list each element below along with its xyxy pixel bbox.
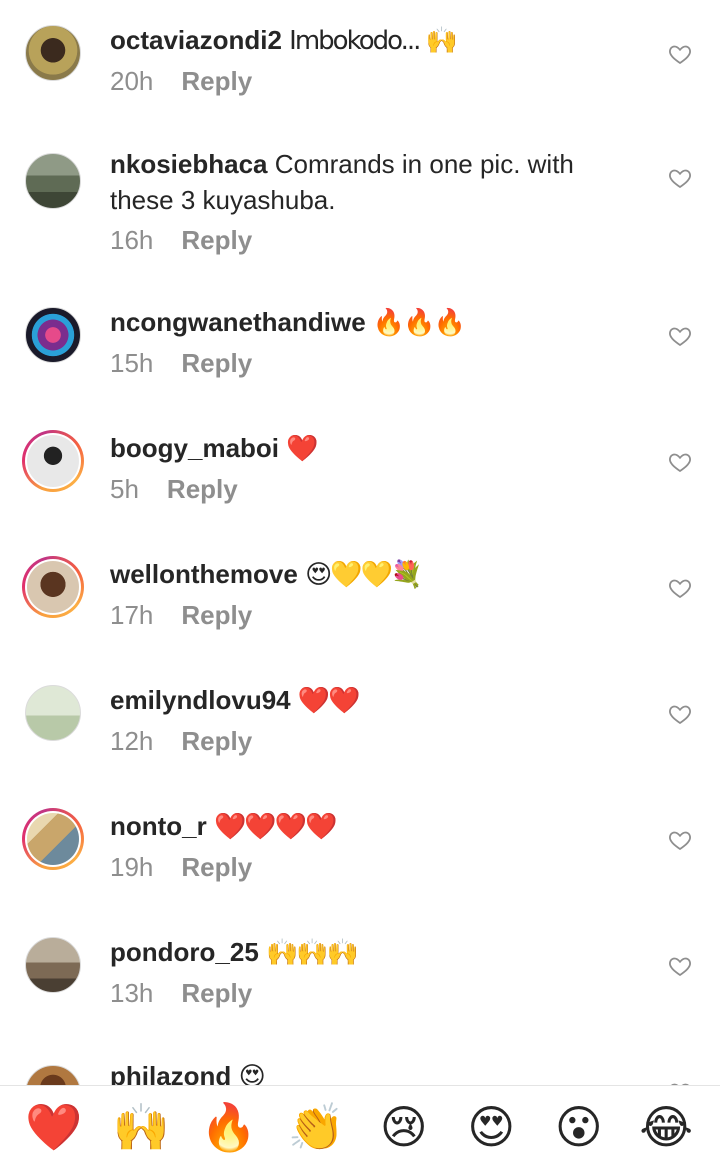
comment-text: 🙌🙌🙌 [266,938,359,968]
red-heart-emoji-button[interactable]: ❤️ [23,1096,85,1158]
tears-of-joy-emoji-button[interactable]: 😂 [635,1096,697,1158]
comment-text: 😍 [238,1062,266,1085]
avatar-image [25,153,81,209]
crying-face-emoji-button[interactable]: 😢 [373,1096,435,1158]
like-heart-icon[interactable] [668,324,692,348]
clapping-hands-emoji-button[interactable]: 👏 [285,1096,347,1158]
like-heart-icon[interactable] [668,450,692,474]
avatar[interactable] [22,430,84,492]
avatar-image [27,561,79,613]
comment-username[interactable]: philazond [110,1061,231,1085]
reply-button[interactable]: Reply [181,852,252,882]
comment-username[interactable]: nonto_r [110,811,207,841]
comment-time: 15h [110,348,154,378]
avatar[interactable] [22,808,84,870]
avatar-image [27,435,79,487]
reply-button[interactable]: Reply [181,600,252,630]
comment-username[interactable]: ncongwanethandiwe [110,307,366,337]
reply-button[interactable]: Reply [181,225,252,255]
avatar[interactable] [22,934,84,996]
like-heart-icon[interactable] [668,702,692,726]
comment-username[interactable]: wellonthemove [110,559,298,589]
like-heart-icon[interactable] [668,166,692,190]
avatar-image [27,813,79,865]
fire-emoji-button[interactable]: 🔥 [198,1096,260,1158]
like-heart-icon[interactable] [668,42,692,66]
quick-emoji-bar: ❤️ 🙌 🔥 👏 😢 😍 😮 😂 [0,1085,720,1168]
heart-eyes-emoji-button[interactable]: 😍 [460,1096,522,1158]
comment-text: 😍💛💛💐 [305,560,423,590]
comment-time: 17h [110,600,154,630]
comment-time: 13h [110,978,154,1008]
comment-time: 5h [110,474,139,504]
avatar-image [25,937,81,993]
comment-text: ❤️❤️ [297,686,361,716]
comments-list: octaviazondi2 Imbokodo... 🙌 20h Reply nko… [0,0,720,1085]
comment-username[interactable]: pondoro_25 [110,937,259,967]
reply-button[interactable]: Reply [167,474,238,504]
reply-button[interactable]: Reply [181,978,252,1008]
comment-time: 19h [110,852,154,882]
comment-time: 12h [110,726,154,756]
avatar[interactable] [22,682,84,744]
avatar-image [25,685,81,741]
avatar-image [25,307,81,363]
comment-text: Imbokodo... 🙌 [289,26,458,56]
comment-time: 20h [110,66,154,96]
avatar[interactable] [22,150,84,212]
comment-username[interactable]: emilyndlovu94 [110,685,291,715]
avatar[interactable] [22,22,84,84]
comment-username[interactable]: octaviazondi2 [110,25,282,55]
avatar[interactable] [22,1062,84,1085]
comment-text: 🔥🔥🔥 [372,308,466,338]
avatar-image [25,25,81,81]
comment-time: 16h [110,225,154,255]
comments-screen: octaviazondi2 Imbokodo... 🙌 20h Reply nko… [0,0,720,1168]
like-heart-icon[interactable] [668,576,692,600]
reply-button[interactable]: Reply [181,726,252,756]
like-heart-icon[interactable] [668,954,692,978]
surprised-face-emoji-button[interactable]: 😮 [548,1096,610,1158]
avatar-image [25,1065,81,1085]
comment-text: ❤️❤️❤️❤️ [214,812,337,842]
raising-hands-emoji-button[interactable]: 🙌 [110,1096,172,1158]
comment-text: ❤️ [286,434,318,464]
avatar[interactable] [22,304,84,366]
reply-button[interactable]: Reply [181,348,252,378]
comment-username[interactable]: nkosiebhaca [110,149,268,179]
comment-username[interactable]: boogy_maboi [110,433,279,463]
like-heart-icon[interactable] [668,828,692,852]
avatar[interactable] [22,556,84,618]
reply-button[interactable]: Reply [181,66,252,96]
